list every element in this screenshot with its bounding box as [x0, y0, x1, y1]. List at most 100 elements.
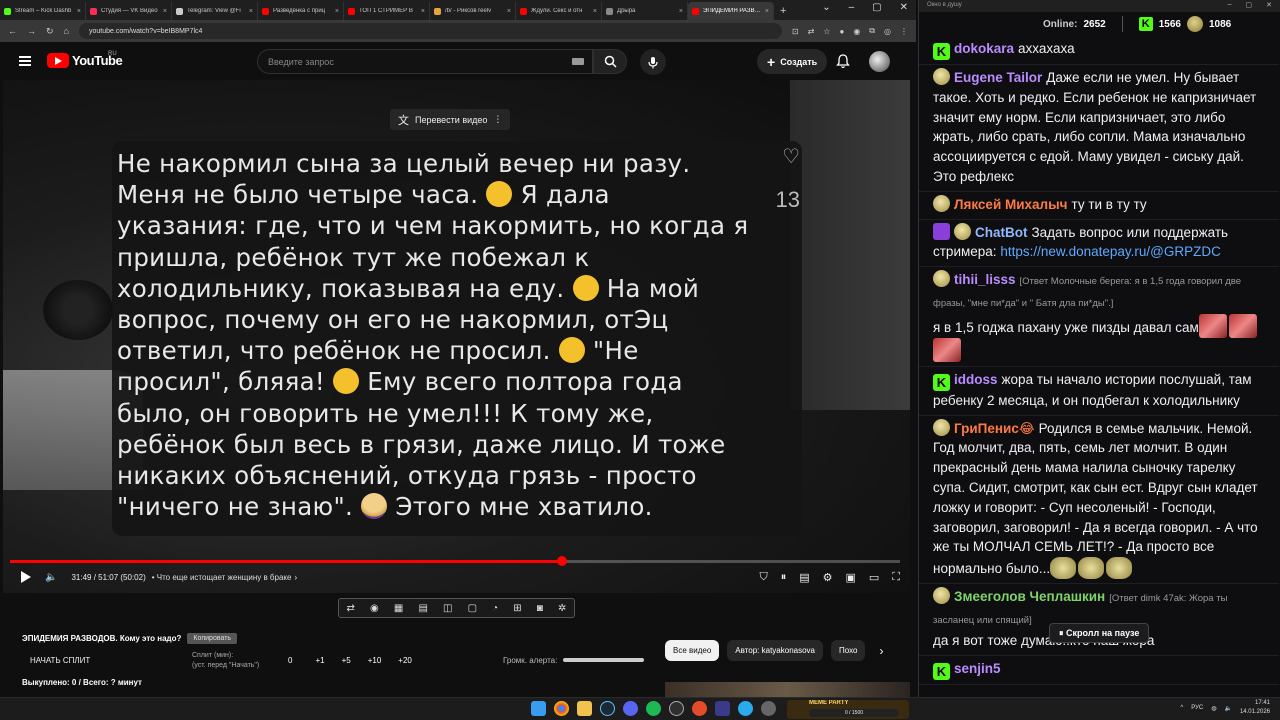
chat-username[interactable]: Змееголов Чеплашкин [954, 589, 1105, 604]
install-icon[interactable]: ⊡ [792, 27, 799, 36]
tab-close-icon[interactable]: × [249, 8, 253, 15]
chat-username[interactable]: dokokara [954, 41, 1014, 56]
keyboard-icon[interactable] [572, 58, 584, 65]
browser-tab[interactable]: ЭПИДЕМИЯ РАЗВОД × [688, 2, 774, 20]
fullscreen-icon[interactable]: ⛶ [892, 571, 900, 584]
picture-in-picture-icon[interactable]: ◫ [443, 603, 452, 614]
crop-icon[interactable]: ▢ [468, 603, 477, 614]
home-icon[interactable]: ⌂ [64, 26, 69, 36]
minimize-button[interactable]: – [1228, 1, 1232, 9]
language-indicator[interactable]: РУС [1191, 705, 1203, 711]
account-avatar[interactable] [869, 51, 890, 72]
progress-bar[interactable] [10, 556, 900, 566]
new-tab-button[interactable]: + [774, 5, 792, 20]
chat-username[interactable]: Eugene Tailor [954, 70, 1042, 85]
screenshot-icon[interactable]: ▦ [394, 603, 403, 614]
tray-arrow-icon[interactable]: ^ [1180, 705, 1183, 711]
app-icon[interactable] [761, 701, 776, 716]
chat-username[interactable]: senjin5 [954, 661, 1001, 676]
chevron-right-icon[interactable]: › [879, 644, 883, 658]
speaker-icon[interactable]: 🔈 [1224, 705, 1231, 712]
volume-icon[interactable]: 🔈 [45, 572, 57, 583]
video-player[interactable]: 文 Перевести видео ⋮ ♡ 13 Не накормил сын… [3, 80, 910, 593]
app-icon[interactable] [715, 701, 730, 716]
chat-username[interactable]: ChatBot [975, 225, 1028, 240]
network-icon[interactable]: ◍ [1211, 705, 1216, 712]
search-input[interactable]: Введите запрос [257, 49, 593, 74]
start-menu-icon[interactable] [531, 701, 546, 716]
translate-video-button[interactable]: 文 Перевести видео ⋮ [390, 109, 511, 130]
add-20-button[interactable]: +20 [398, 656, 412, 665]
theater-mode-icon[interactable]: ▭ [869, 571, 879, 584]
browser-tab[interactable]: Разведёнка с приц × [258, 2, 344, 20]
autoplay-toggle[interactable]: ⏸ [781, 571, 787, 584]
tab-close-icon[interactable]: × [421, 8, 425, 15]
close-window-button[interactable]: ✕ [900, 2, 908, 13]
discord-icon[interactable] [623, 701, 638, 716]
browser-tab[interactable]: /b/ - Рикcoв reelv × [430, 2, 516, 20]
extension-icon[interactable]: ◉ [853, 27, 860, 36]
maximize-button[interactable]: ▢ [872, 2, 881, 13]
folder-icon[interactable] [577, 701, 592, 716]
settings-gear-icon[interactable]: ⚙ [823, 571, 833, 584]
browser-tab[interactable]: ТОП 1 СТРИМЕР В × [344, 2, 430, 20]
settings-icon[interactable]: ✲ [558, 603, 566, 614]
tab-search-icon[interactable]: ⌄ [822, 2, 830, 13]
minimize-button[interactable]: – [849, 2, 855, 13]
browser-tab[interactable]: Stream – Kick Dashb × [0, 2, 86, 20]
chat-username[interactable]: iddoss [954, 372, 998, 387]
tab-close-icon[interactable]: × [335, 8, 339, 15]
tab-close-icon[interactable]: × [77, 8, 81, 15]
chapter-title[interactable]: • Что еще истощает женщину в браке [152, 573, 292, 582]
chat-messages[interactable]: Kdokokara аххахаха Eugene Tailor Даже если … [919, 36, 1279, 697]
url-field[interactable]: youtube.com/watch?v=beIB8MP7lc4 [78, 23, 782, 39]
scroll-paused-button[interactable]: ⏸ Скролл на паузе [1049, 623, 1150, 643]
telegram-icon[interactable] [738, 701, 753, 716]
notifications-bell-icon[interactable] [836, 54, 850, 74]
close-window-button[interactable]: ✕ [1266, 1, 1272, 9]
play-icon[interactable] [21, 571, 31, 583]
sponsorblock-icon[interactable]: ⛉ [759, 571, 767, 584]
chevron-right-icon[interactable]: › [294, 573, 297, 582]
bookmark-star-icon[interactable]: ☆ [823, 27, 830, 36]
camera-icon[interactable]: ◙ [537, 603, 543, 614]
copy-button[interactable]: Копировать [187, 633, 238, 644]
tab-close-icon[interactable]: × [163, 8, 167, 15]
loop-icon[interactable]: ⇄ [347, 603, 355, 614]
chip-all-videos[interactable]: Все видео [665, 640, 720, 661]
add-1-button[interactable]: +1 [315, 656, 324, 665]
spotify-icon[interactable] [646, 701, 661, 716]
browser-tab[interactable]: Дрыра × [602, 2, 688, 20]
tab-close-icon[interactable]: × [593, 8, 597, 15]
chat-username[interactable]: ГриПенис😂 [954, 421, 1035, 436]
chrome-icon[interactable] [554, 701, 569, 716]
chat-username[interactable]: tihii_lisss [954, 272, 1016, 287]
profile-icon[interactable]: ◎ [884, 27, 891, 36]
forward-icon[interactable]: → [27, 26, 36, 36]
translate-icon[interactable]: ⇄ [808, 27, 815, 36]
add-10-button[interactable]: +10 [368, 656, 382, 665]
add-icon[interactable]: ⊞ [513, 603, 521, 614]
chip-author[interactable]: Автор: katyakonasova [727, 640, 823, 661]
obs-icon[interactable] [669, 701, 684, 716]
browser-tab[interactable]: Ждули. Секс и отн × [516, 2, 602, 20]
browser-menu-icon[interactable]: ⋮ [900, 27, 908, 36]
voice-search-button[interactable] [640, 49, 666, 75]
maximize-button[interactable]: ▢ [1246, 1, 1253, 9]
create-button[interactable]: + Создать [757, 49, 828, 74]
reload-icon[interactable]: ↻ [46, 26, 54, 37]
steam-icon[interactable] [600, 701, 615, 716]
menu-icon[interactable] [19, 56, 31, 66]
extension-icon[interactable]: ● [839, 27, 844, 36]
donation-link[interactable]: https://new.donatepay.ru/@GRPZDC [1000, 244, 1221, 259]
clock[interactable]: 17:41 14.01.2026 [1240, 699, 1270, 717]
miniplayer-icon[interactable]: ▣ [845, 571, 855, 584]
back-icon[interactable]: ← [8, 26, 17, 36]
meme-party-widget[interactable]: MEME PARTY 0 / 1500 [787, 700, 909, 719]
clip-icon[interactable]: ▤ [418, 603, 427, 614]
audio-icon[interactable]: ◉ [370, 603, 379, 614]
speed-icon[interactable]: ◔ [492, 603, 498, 614]
progress-scrubber[interactable] [556, 556, 567, 566]
browser-tab[interactable]: Студия — VK Видео × [86, 2, 172, 20]
tab-close-icon[interactable]: × [765, 8, 769, 15]
